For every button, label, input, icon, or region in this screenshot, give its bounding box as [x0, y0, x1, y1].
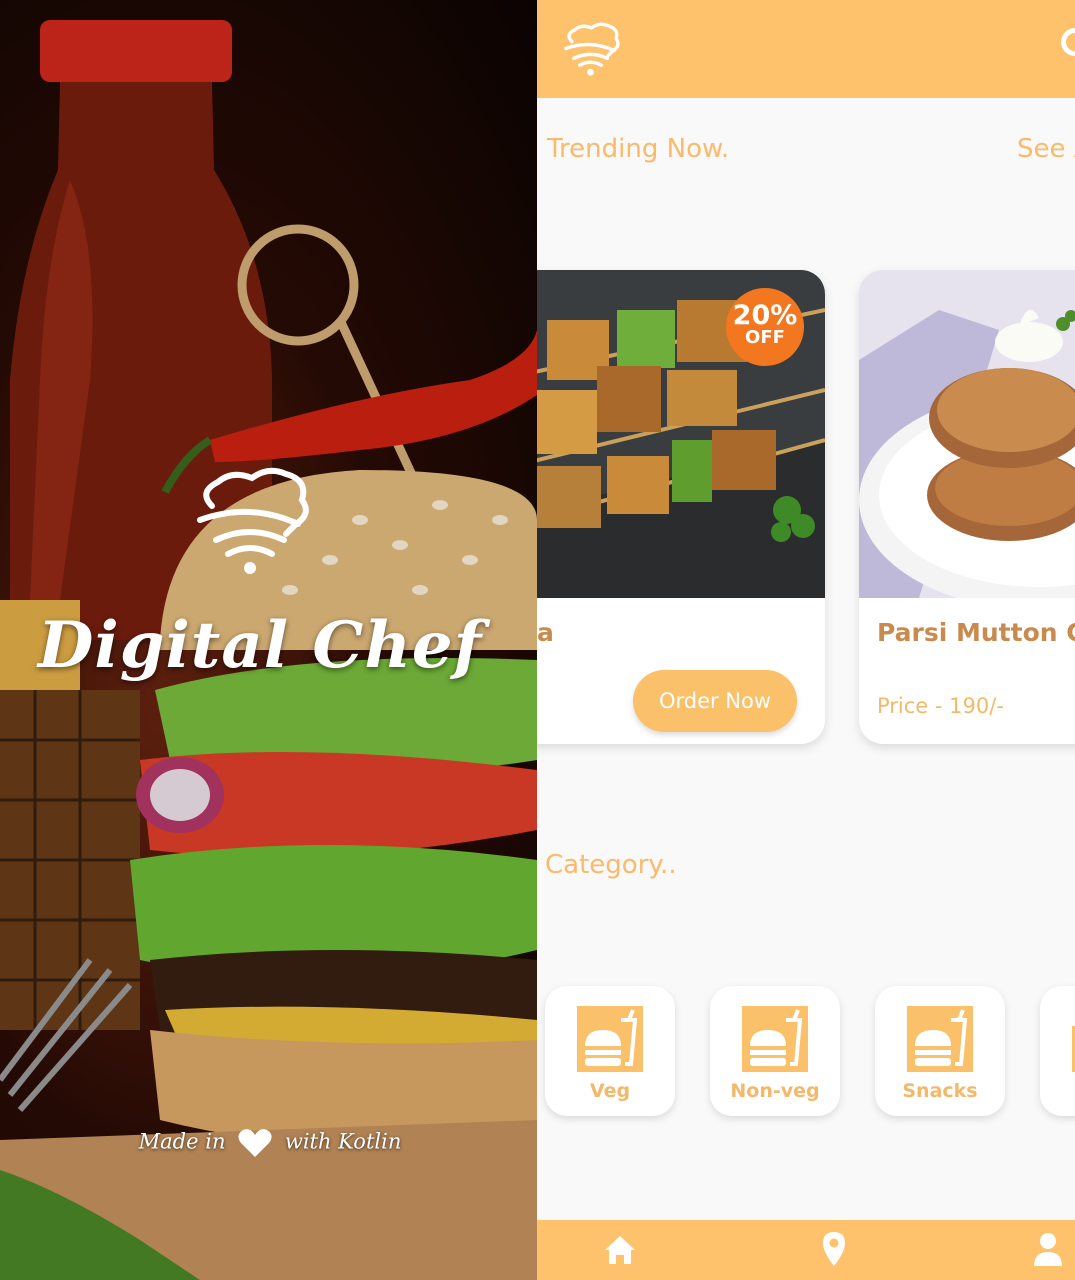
category-title: Category.. [545, 850, 677, 880]
category-label: Non-veg [730, 1080, 820, 1102]
location-icon[interactable] [821, 1230, 847, 1268]
profile-icon[interactable] [1033, 1232, 1063, 1266]
bottom-navigation [537, 1220, 1075, 1280]
category-more[interactable] [1040, 986, 1075, 1116]
food-card[interactable]: 20% OFF a Order Now [537, 270, 825, 744]
discount-off: OFF [745, 327, 785, 348]
category-veg[interactable]: Veg [545, 986, 675, 1116]
discount-badge: 20% OFF [726, 288, 804, 366]
order-now-button[interactable]: Order Now [633, 670, 797, 732]
discount-percent: 20% [732, 300, 798, 331]
app-name: Digital Chef [37, 608, 483, 683]
heart-icon [238, 1129, 272, 1157]
category-non-veg[interactable]: Non-veg [710, 986, 840, 1116]
fast-food-icon [742, 1006, 808, 1072]
see-all-link[interactable]: See All [1017, 134, 1075, 164]
made-in-prefix: Made in [138, 1129, 226, 1154]
category-label: Snacks [902, 1080, 978, 1102]
profile-icon[interactable] [1061, 28, 1075, 56]
made-in-tagline: Made in with Kotlin [0, 1128, 537, 1158]
food-card[interactable]: Parsi Mutton Cutlet Price - 190/- [859, 270, 1075, 744]
food-name: Parsi Mutton Cutlet [877, 618, 1075, 647]
chef-hat-logo [197, 467, 309, 574]
food-image [859, 270, 1075, 598]
food-price: Price - 190/- [877, 694, 1004, 718]
chef-hat-logo [564, 22, 620, 76]
category-label: Veg [589, 1080, 631, 1102]
fast-food-icon [577, 1006, 643, 1072]
top-app-bar [537, 0, 1075, 98]
made-in-suffix: with Kotlin [284, 1129, 402, 1154]
food-name: a [537, 618, 554, 647]
fast-food-icon [907, 1006, 973, 1072]
trending-title: Trending Now. [547, 134, 730, 164]
splash-screen: Digital Chef Made in with Kotlin [0, 0, 537, 1280]
home-screen: Trending Now. See All 20% OFF a [537, 0, 1075, 1280]
category-snacks[interactable]: Snacks [875, 986, 1005, 1116]
home-icon[interactable] [603, 1234, 637, 1266]
